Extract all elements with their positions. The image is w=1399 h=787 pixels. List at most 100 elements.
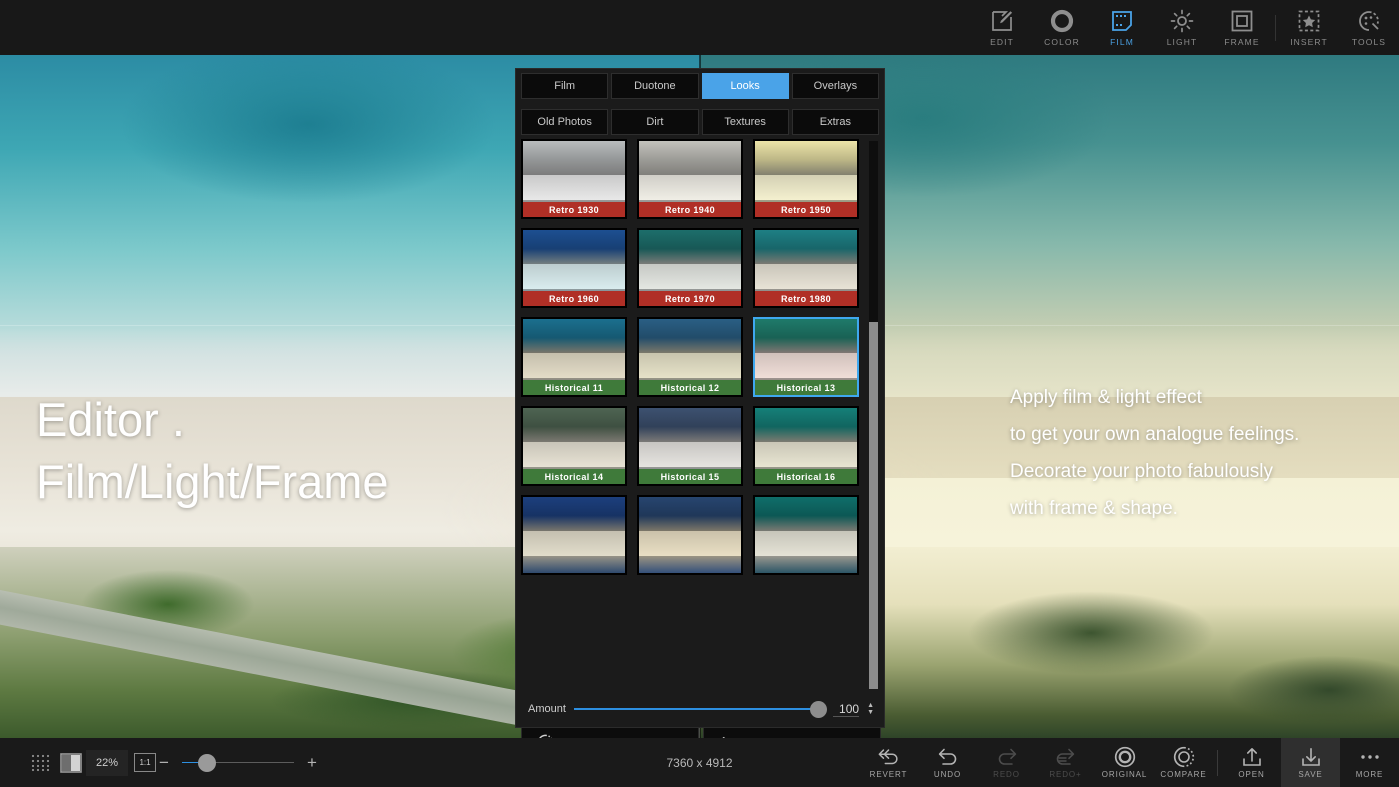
- preset-row: Historical 14 Historical 15 Historical 16: [521, 406, 869, 486]
- preset-label: Retro 1950: [755, 202, 857, 217]
- action-separator: [1217, 750, 1218, 776]
- preview-vegetation: [639, 556, 741, 573]
- action-original[interactable]: ORIGINAL: [1095, 738, 1154, 787]
- preset-retro-1930[interactable]: Retro 1930: [521, 139, 627, 219]
- tool-insert[interactable]: INSERT: [1279, 2, 1339, 54]
- preview-water: [755, 230, 857, 264]
- preset-historical-16[interactable]: Historical 16: [753, 406, 859, 486]
- amount-slider-handle[interactable]: [810, 701, 827, 718]
- action-undo[interactable]: UNDO: [918, 738, 977, 787]
- promo-line: Apply film & light effect: [1010, 379, 1299, 416]
- preview-sand: [755, 264, 857, 289]
- preview-sand: [639, 531, 741, 556]
- amount-stepper[interactable]: ▲ ▼: [867, 703, 874, 716]
- action-label: REDO+: [1049, 770, 1081, 779]
- preview-sand: [639, 442, 741, 467]
- preset-historical-15[interactable]: Historical 15: [637, 406, 743, 486]
- tab-film[interactable]: Film: [521, 73, 608, 99]
- redo-plus-arrow-icon: [1054, 746, 1078, 768]
- action-more[interactable]: MORE: [1340, 738, 1399, 787]
- preview-water: [523, 141, 625, 175]
- zoom-one-to-one-button[interactable]: 1:1: [134, 753, 156, 772]
- preset-retro-1970[interactable]: Retro 1970: [637, 228, 743, 308]
- tool-label: EDIT: [990, 37, 1014, 47]
- preset-label: Retro 1940: [639, 202, 741, 217]
- tab-dirt[interactable]: Dirt: [611, 109, 698, 135]
- preset-thumbnail[interactable]: [753, 495, 859, 575]
- photo-editor-window: EDITCOLORFILMLIGHTFRAMEINSERTTOOLS Edito: [0, 0, 1399, 787]
- preset-preview: [639, 497, 741, 573]
- action-open[interactable]: OPEN: [1222, 738, 1281, 787]
- preset-historical-11[interactable]: Historical 11: [521, 317, 627, 397]
- promo-line: Decorate your photo fabulously: [1010, 453, 1299, 490]
- tab-textures[interactable]: Textures: [702, 109, 789, 135]
- preview-sand: [755, 353, 857, 378]
- preset-historical-14[interactable]: Historical 14: [521, 406, 627, 486]
- preset-label: Retro 1970: [639, 291, 741, 306]
- tool-edit[interactable]: EDIT: [972, 2, 1032, 54]
- tool-label: FRAME: [1224, 37, 1259, 47]
- action-label: ORIGINAL: [1102, 770, 1147, 779]
- tab-overlays[interactable]: Overlays: [792, 73, 879, 99]
- amount-value[interactable]: 100: [833, 702, 859, 717]
- panel-tabs-row-1: FilmDuotoneLooksOverlays: [516, 69, 884, 99]
- stepper-up-icon[interactable]: ▲: [867, 703, 874, 709]
- preset-thumbnail[interactable]: [637, 495, 743, 575]
- action-label: REDO: [993, 770, 1020, 779]
- preset-historical-13[interactable]: Historical 13: [753, 317, 859, 397]
- zoom-out-button[interactable]: −: [156, 753, 172, 773]
- split-view-icon[interactable]: [56, 748, 86, 778]
- zoom-in-button[interactable]: +: [304, 753, 320, 773]
- preset-grid-scrollbar[interactable]: [869, 141, 878, 689]
- amount-slider[interactable]: [574, 701, 825, 717]
- preset-grid[interactable]: Retro 1930 Retro 1940 Retro 1950 Retro 1960…: [521, 139, 869, 691]
- preset-label: Historical 15: [639, 469, 741, 484]
- tool-label: TOOLS: [1352, 37, 1386, 47]
- top-toolbar: EDIT COLORFILM LIGHT FRAME INSERT TOOLS: [0, 0, 1399, 55]
- tool-light[interactable]: LIGHT: [1152, 2, 1212, 54]
- action-redo: REDO: [977, 738, 1036, 787]
- tab-extras[interactable]: Extras: [792, 109, 879, 135]
- stepper-down-icon[interactable]: ▼: [867, 710, 874, 716]
- grid-dots-icon[interactable]: [26, 748, 56, 778]
- frame-square-icon: [1230, 8, 1254, 34]
- tool-color[interactable]: COLOR: [1032, 2, 1092, 54]
- action-compare[interactable]: COMPARE: [1154, 738, 1213, 787]
- preset-retro-1960[interactable]: Retro 1960: [521, 228, 627, 308]
- panel-tabs-row-2: Old PhotosDirtTexturesExtras: [516, 105, 884, 135]
- preview-sand: [523, 175, 625, 200]
- film-strip-icon: [1110, 8, 1134, 34]
- preview-water: [523, 319, 625, 353]
- tool-film[interactable]: FILM: [1092, 2, 1152, 54]
- action-save[interactable]: SAVE: [1281, 738, 1340, 787]
- preset-retro-1940[interactable]: Retro 1940: [637, 139, 743, 219]
- revert-double-arrow-icon: [877, 746, 901, 768]
- preset-retro-1980[interactable]: Retro 1980: [753, 228, 859, 308]
- promo-line: with frame & shape.: [1010, 490, 1299, 527]
- preview-sand: [639, 264, 741, 289]
- preset-label: Retro 1930: [523, 202, 625, 217]
- action-revert[interactable]: REVERT: [859, 738, 918, 787]
- preset-row: Retro 1930 Retro 1940 Retro 1950: [521, 139, 869, 219]
- preset-historical-12[interactable]: Historical 12: [637, 317, 743, 397]
- preview-sand: [523, 531, 625, 556]
- preview-sand: [523, 264, 625, 289]
- scrollbar-thumb[interactable]: [869, 322, 878, 689]
- preset-label: Historical 12: [639, 380, 741, 395]
- tab-duotone[interactable]: Duotone: [611, 73, 698, 99]
- zoom-percent[interactable]: 22%: [86, 750, 128, 776]
- tool-label: INSERT: [1290, 37, 1328, 47]
- preset-thumbnail[interactable]: [521, 495, 627, 575]
- tab-old-photos[interactable]: Old Photos: [521, 109, 608, 135]
- zoom-slider-handle[interactable]: [198, 754, 216, 772]
- tool-tools[interactable]: TOOLS: [1339, 2, 1399, 54]
- preset-row: Historical 11 Historical 12 Historical 13: [521, 317, 869, 397]
- preview-water: [639, 230, 741, 264]
- tab-looks[interactable]: Looks: [702, 73, 789, 99]
- title-line: Film/Light/Frame: [36, 451, 389, 513]
- tool-label: LIGHT: [1167, 37, 1198, 47]
- tool-frame[interactable]: FRAME: [1212, 2, 1272, 54]
- preset-retro-1950[interactable]: Retro 1950: [753, 139, 859, 219]
- zoom-slider[interactable]: [182, 755, 294, 771]
- redo-arrow-icon: [996, 746, 1018, 768]
